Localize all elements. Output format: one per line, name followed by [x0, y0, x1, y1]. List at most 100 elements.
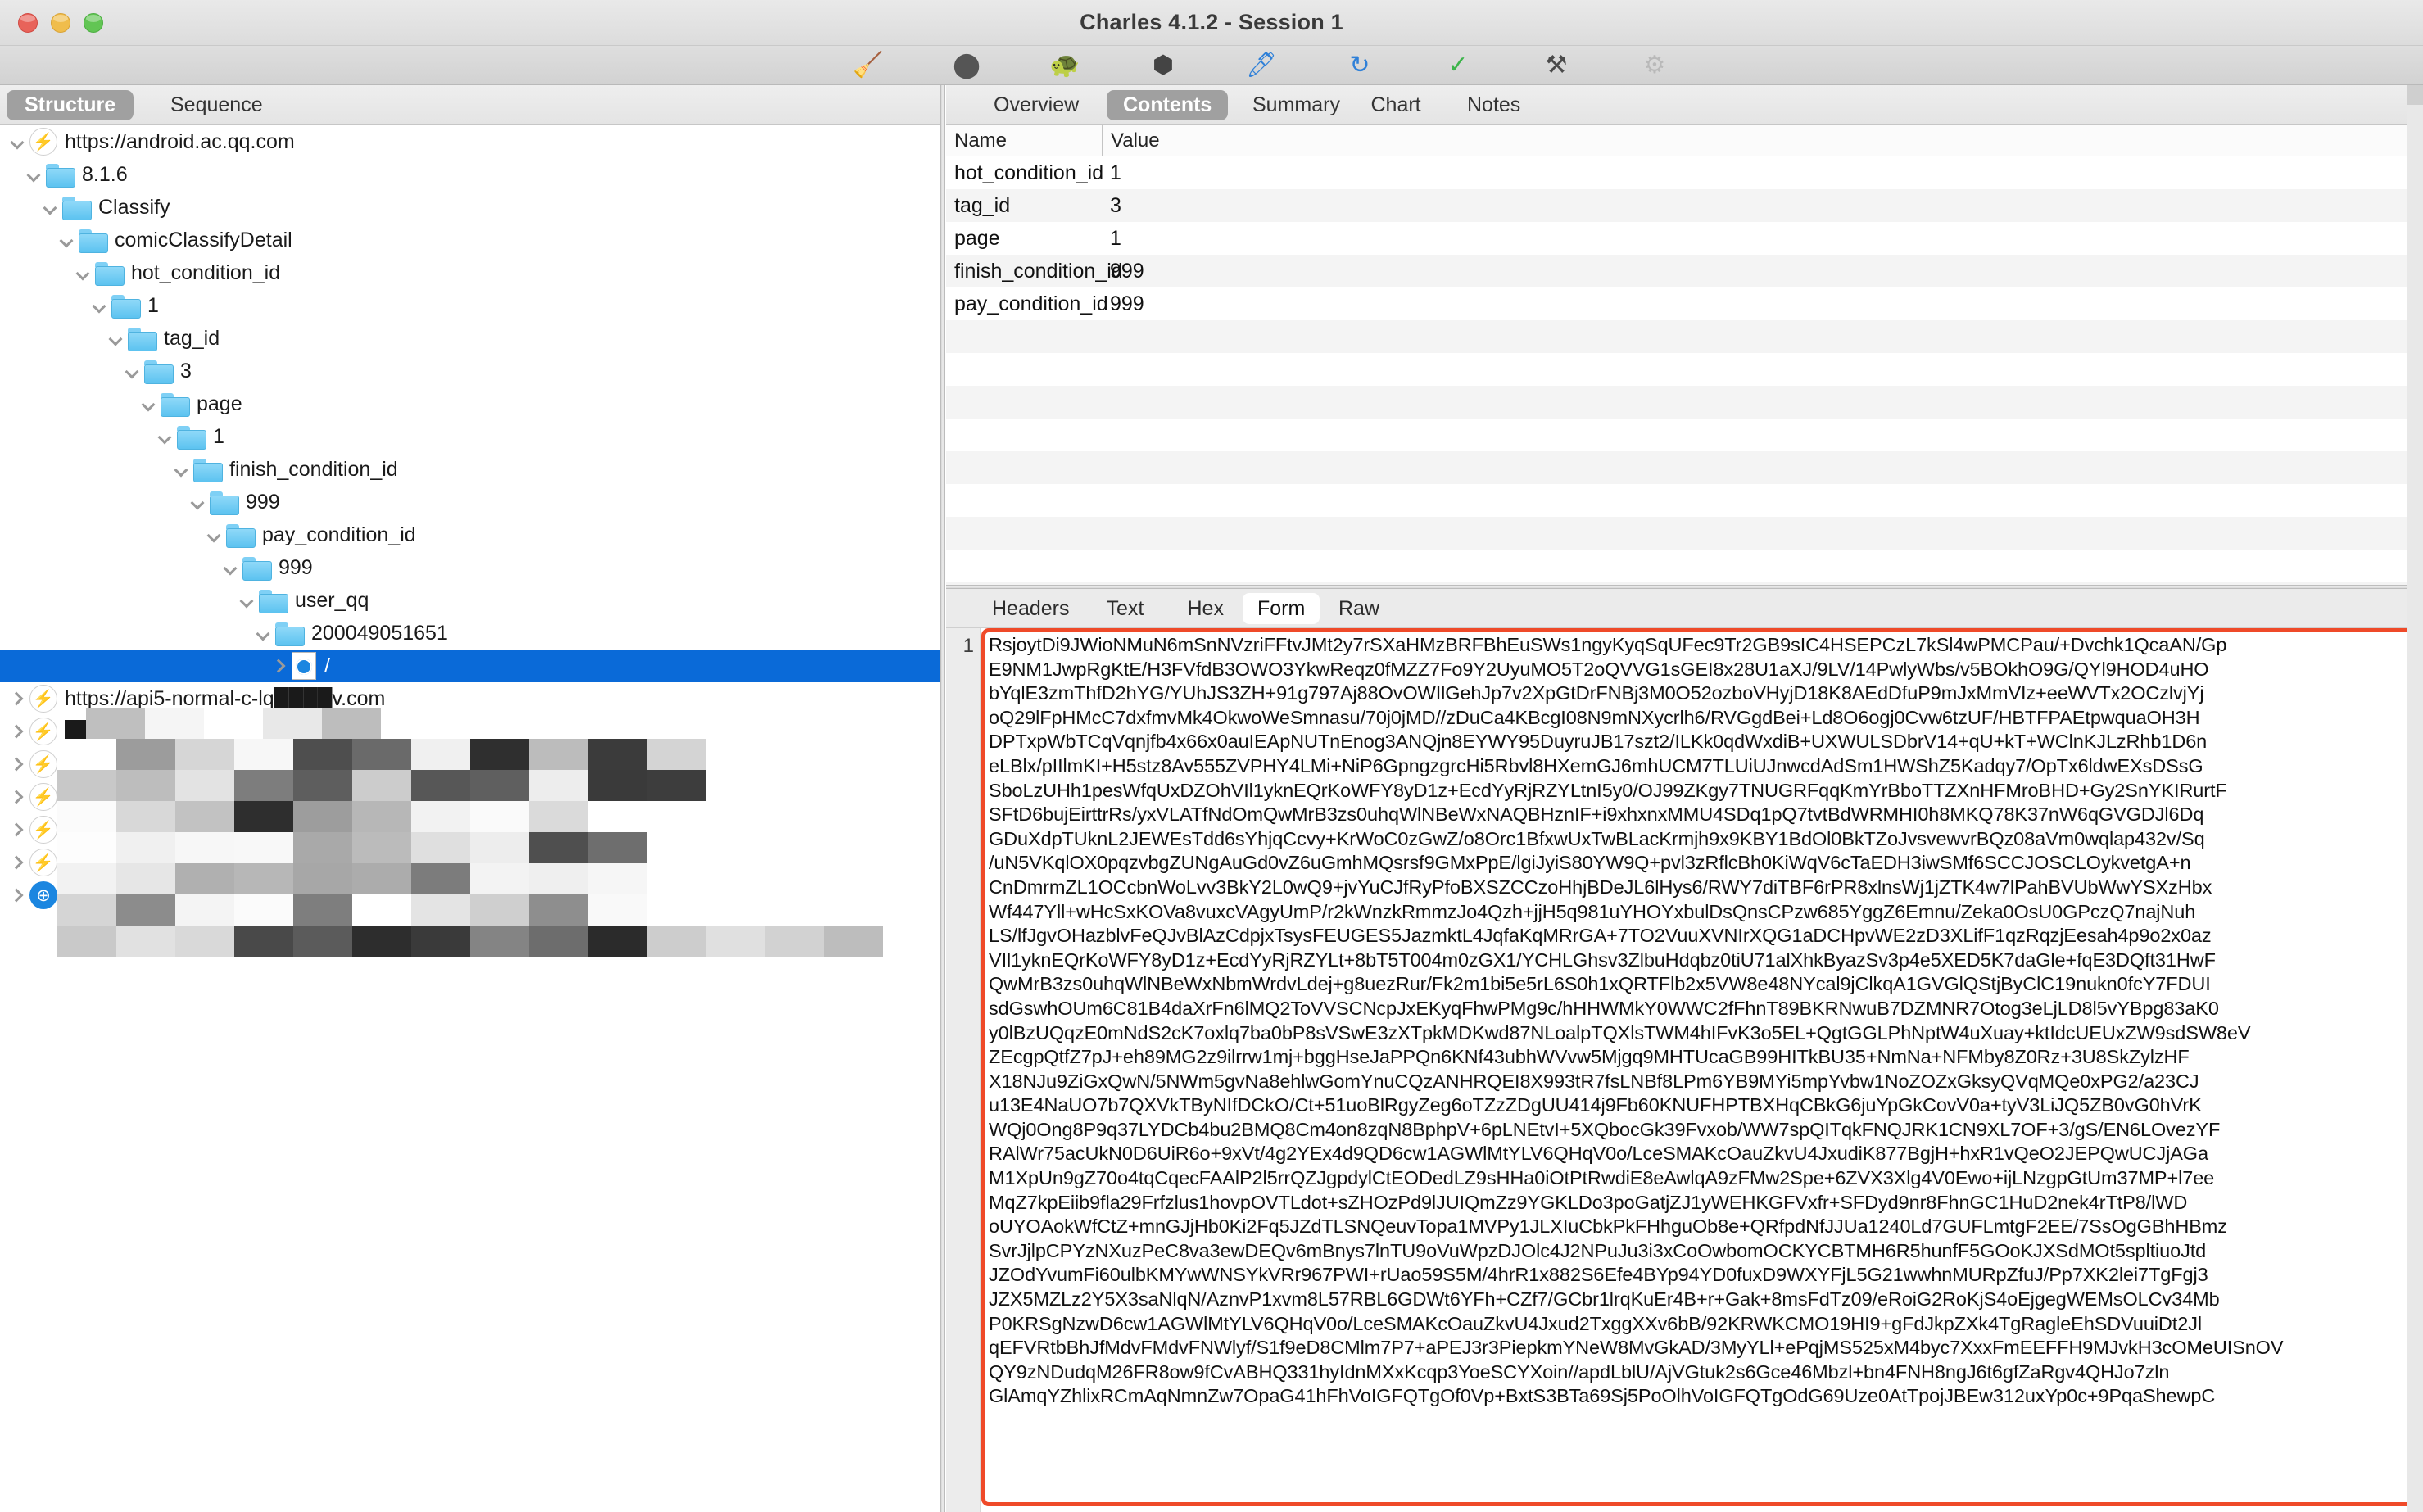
- form-body-text[interactable]: RsjoytDi9JWioNMuN6mSnNVzriFFtvJMt2y7rSXa…: [989, 633, 2423, 1501]
- tree-row-label: Classify: [98, 195, 170, 219]
- window-right-edge-scrollbar[interactable]: [2407, 85, 2423, 1512]
- tab-contents[interactable]: Contents: [1107, 90, 1229, 120]
- tab-chart[interactable]: Chart: [1355, 90, 1438, 120]
- chevron-right-icon[interactable]: [7, 819, 28, 840]
- tab-form[interactable]: Form: [1243, 593, 1320, 624]
- tree-row-label: page: [197, 392, 242, 415]
- tree-row[interactable]: Classify: [0, 191, 940, 224]
- tree-row-label: tag_id: [164, 326, 220, 350]
- tree-row[interactable]: 3: [0, 355, 940, 387]
- tree-row[interactable]: 1: [0, 289, 940, 322]
- settings-button[interactable]: ⚙: [1630, 49, 1679, 82]
- record-button[interactable]: ⬤: [942, 49, 991, 82]
- chevron-down-icon[interactable]: [220, 557, 241, 578]
- vertical-splitter[interactable]: [940, 85, 945, 1512]
- tree-row-label: 3: [180, 359, 192, 383]
- tree-row[interactable]: page: [0, 387, 940, 420]
- tab-text[interactable]: Text: [1092, 593, 1159, 624]
- tree-row[interactable]: ⚡ https█████████ing.com: [0, 781, 940, 813]
- chevron-down-icon[interactable]: [105, 328, 126, 349]
- table-row[interactable]: page 1: [946, 222, 2423, 255]
- tab-sequence[interactable]: Sequence: [152, 90, 281, 120]
- tree-row-label: ██████████.c██: [65, 850, 255, 874]
- tree-row[interactable]: ⊕ █████████████om: [0, 879, 940, 912]
- tree-row[interactable]: pay_condition_id: [0, 518, 940, 551]
- tab-hex[interactable]: Hex: [1173, 593, 1239, 624]
- chevron-down-icon[interactable]: [121, 360, 143, 382]
- table-row[interactable]: finish_condition_id 999: [946, 255, 2423, 287]
- chevron-right-icon[interactable]: [7, 754, 28, 775]
- throttle-button[interactable]: 🐢: [1040, 49, 1089, 82]
- tree-row[interactable]: ⚡ ███s████sn█████n███: [0, 748, 940, 781]
- table-row-empty: [946, 386, 2423, 419]
- tree-row[interactable]: 999: [0, 551, 940, 584]
- chevron-down-icon[interactable]: [88, 295, 110, 316]
- chevron-right-icon[interactable]: [7, 688, 28, 709]
- chevron-down-icon[interactable]: [154, 426, 175, 447]
- tree-row[interactable]: ⚡ https://api5-normal-c-lq████v.com: [0, 682, 940, 715]
- chevron-down-icon[interactable]: [236, 590, 257, 611]
- table-row[interactable]: tag_id 3: [946, 189, 2423, 222]
- tab-notes[interactable]: Notes: [1451, 90, 1537, 120]
- compose-button[interactable]: 🖊: [1237, 49, 1286, 82]
- tree-row[interactable]: ⚡ ████████ame██.com: [0, 715, 940, 748]
- tree-row[interactable]: 1: [0, 420, 940, 453]
- chevron-down-icon[interactable]: [72, 262, 93, 283]
- column-header-value[interactable]: Value: [1102, 125, 2423, 156]
- table-row[interactable]: hot_condition_id 1: [946, 156, 2423, 189]
- chevron-down-icon[interactable]: [170, 459, 192, 480]
- tab-headers[interactable]: Headers: [977, 593, 1085, 624]
- tree-row[interactable]: tag_id: [0, 322, 940, 355]
- tree-row-selected[interactable]: /: [0, 650, 940, 682]
- chevron-down-icon[interactable]: [252, 622, 274, 644]
- table-row[interactable]: pay_condition_id 999: [946, 287, 2423, 320]
- chevron-down-icon[interactable]: [39, 197, 61, 218]
- stop-button[interactable]: ⬢: [1139, 49, 1188, 82]
- tree-row[interactable]: 200049051651: [0, 617, 940, 650]
- tree-row[interactable]: comicClassifyDetail: [0, 224, 940, 256]
- chevron-down-icon[interactable]: [203, 524, 224, 545]
- reload-icon: ↻: [1349, 52, 1370, 79]
- tab-overview[interactable]: Overview: [977, 90, 1095, 120]
- validate-button[interactable]: ✓: [1433, 49, 1483, 82]
- chevron-down-icon[interactable]: [187, 491, 208, 513]
- globe-icon: ⊕: [29, 881, 57, 909]
- chevron-right-icon[interactable]: [7, 885, 28, 906]
- tree-row-label: pay_condition_id: [262, 523, 416, 546]
- folder-icon: [193, 458, 223, 482]
- chevron-right-icon[interactable]: [269, 655, 290, 677]
- folder-icon: [242, 556, 272, 581]
- tools-button[interactable]: ⚒: [1532, 49, 1581, 82]
- tree-row[interactable]: 999: [0, 486, 940, 518]
- tree-row[interactable]: hot_condition_id: [0, 256, 940, 289]
- tab-raw[interactable]: Raw: [1324, 593, 1394, 624]
- tree-row[interactable]: ⚡ ██████████.c██: [0, 846, 940, 879]
- tree-row[interactable]: finish_condition_id: [0, 453, 940, 486]
- chevron-down-icon[interactable]: [23, 164, 44, 185]
- left-tabbar: Structure Sequence: [0, 85, 940, 125]
- folder-icon: [46, 163, 75, 188]
- column-header-name[interactable]: Name: [946, 125, 1102, 156]
- tree-row[interactable]: ⚡ https://android.ac.qq.com: [0, 125, 940, 158]
- tree-row[interactable]: user_qq: [0, 584, 940, 617]
- table-row-empty: [946, 419, 2423, 451]
- globe-document-icon: [292, 652, 316, 680]
- chevron-down-icon[interactable]: [56, 229, 77, 251]
- repeat-button[interactable]: ↻: [1335, 49, 1384, 82]
- table-row-empty: [946, 550, 2423, 582]
- chevron-down-icon[interactable]: [138, 393, 159, 414]
- chevron-right-icon[interactable]: [7, 852, 28, 873]
- tree-row-label: 999: [279, 555, 313, 579]
- tree-row[interactable]: ⚡ https:████████████: [0, 813, 940, 846]
- param-value-cell: 1: [1110, 161, 1121, 184]
- clear-session-button[interactable]: 🧹: [844, 49, 893, 82]
- tab-structure[interactable]: Structure: [7, 90, 134, 120]
- tab-summary[interactable]: Summary: [1236, 90, 1356, 120]
- chevron-down-icon[interactable]: [7, 131, 28, 152]
- tree-row[interactable]: 8.1.6: [0, 158, 940, 191]
- chevron-right-icon[interactable]: [7, 721, 28, 742]
- session-tree[interactable]: ⚡ https://android.ac.qq.com 8.1.6 Classify c…: [0, 125, 940, 1512]
- main-toolbar: 🧹 ⬤ 🐢 ⬢ 🖊 ↻ ✓ ⚒ ⚙: [0, 46, 2423, 85]
- chevron-right-icon[interactable]: [7, 786, 28, 808]
- tree-row-label: ████████ame██.com: [65, 719, 294, 743]
